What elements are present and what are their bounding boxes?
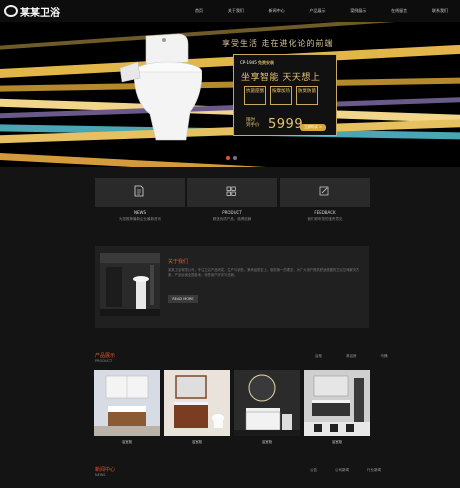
carousel-dot[interactable]: [233, 156, 237, 160]
edit-icon: [319, 186, 329, 196]
news-subtitle: NEWS: [95, 473, 106, 477]
feature-badge: 防臭防菌: [296, 86, 318, 105]
promo-tag: CP-1945 免费安装: [240, 60, 274, 66]
document-icon: [134, 185, 144, 197]
tile-product[interactable]: [187, 178, 277, 207]
tile-news[interactable]: [95, 178, 185, 207]
logo[interactable]: 某某卫浴: [4, 3, 60, 19]
tile-feedback-desc: 我们倾听您的宝贵意见: [307, 217, 343, 221]
about-image: [100, 253, 160, 316]
tab-toilet[interactable]: 马桶: [381, 354, 388, 359]
tab-cabinet[interactable]: 浴柜: [315, 354, 322, 359]
smart-toilet-image: [119, 33, 202, 141]
price-value: 5999: [268, 117, 304, 132]
read-more-button[interactable]: READ MORE: [168, 295, 198, 303]
tab-industry-news[interactable]: 行业新闻: [367, 468, 381, 473]
feature-badge: 按摩加热: [270, 86, 292, 105]
nav-item-cases[interactable]: 案例展示: [350, 8, 366, 14]
product-name[interactable]: 浴室柜: [94, 440, 160, 445]
news-title: 新闻中心: [95, 467, 116, 473]
nav-item-news[interactable]: 新闻中心: [269, 8, 285, 14]
tab-company-news[interactable]: 公司新闻: [335, 468, 349, 473]
banner-stripe: [0, 152, 460, 167]
buy-now-button[interactable]: 立即购买 >: [300, 124, 326, 131]
carousel-dot-active[interactable]: [226, 156, 230, 160]
about-text: 某某卫浴有限公司，专注卫浴产品研发、生产与销售，秉承品质至上、服务第一的理念，为…: [168, 268, 360, 278]
banner-stripe: [0, 76, 460, 92]
product-name[interactable]: 浴室柜: [234, 440, 300, 445]
product-image[interactable]: [164, 370, 230, 436]
products-tabs: 浴柜 淋浴房 马桶: [315, 354, 388, 359]
brand-name: 某某卫浴: [20, 7, 60, 19]
nav-item-about[interactable]: 关于我们: [228, 8, 244, 14]
tab-shower[interactable]: 淋浴房: [346, 354, 357, 359]
product-name[interactable]: 浴室柜: [304, 440, 370, 445]
price-label: 限时 到手价: [246, 118, 260, 128]
tile-news-title: NEWS: [133, 210, 146, 215]
feature-badge: 抗菌座圈: [244, 86, 266, 105]
tab-notice[interactable]: 公告: [310, 468, 317, 473]
nav-item-home[interactable]: 首页: [195, 8, 203, 14]
promo-install: 免费安装: [258, 60, 275, 65]
nav-item-message[interactable]: 在线留言: [391, 8, 407, 14]
product-name[interactable]: 浴室柜: [164, 440, 230, 445]
news-tabs: 公告 公司新闻 行业新闻: [310, 468, 381, 473]
products-title: 产品展示: [95, 353, 116, 359]
nav-item-products[interactable]: 产品展示: [309, 8, 325, 14]
grid-icon: [226, 186, 236, 196]
promo-title: 坐享智能 天天想上: [241, 73, 321, 83]
tile-feedback[interactable]: [280, 178, 370, 207]
about-title: 关于我们: [168, 259, 189, 265]
tile-product-title: PRODUCT: [222, 210, 242, 215]
tile-feedback-title: FEEDBACK: [314, 210, 336, 215]
product-image[interactable]: [94, 370, 160, 436]
tile-news-desc: 为您推荐最新企业最新资讯: [119, 217, 161, 221]
product-image[interactable]: [234, 370, 300, 436]
price-label-line2: 到手价: [246, 123, 260, 128]
nav-item-contact[interactable]: 联系我们: [432, 8, 448, 14]
product-image[interactable]: [304, 370, 370, 436]
banner-slogan: 享受生活 走在进化论的前端: [222, 39, 334, 48]
promo-model: CP-1945: [240, 60, 257, 65]
logo-mark-icon: [4, 5, 18, 17]
main-nav: 首页 关于我们 新闻中心 产品展示 案例展示 在线留言 联系我们: [195, 0, 460, 22]
tile-product-desc: 精选优质产品，值得信赖: [212, 217, 252, 221]
products-subtitle: PRODUCT: [95, 359, 113, 363]
